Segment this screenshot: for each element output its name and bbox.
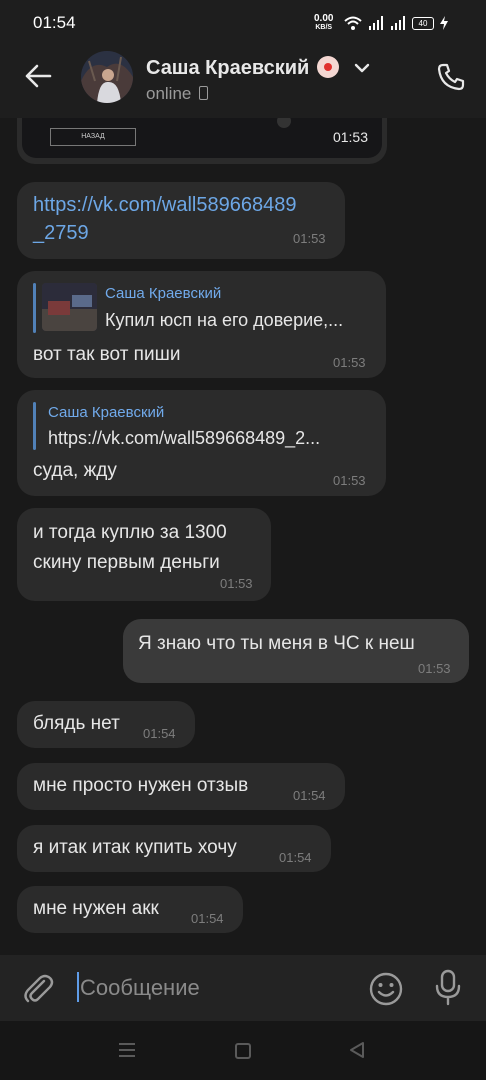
media-image: НАЗАД 01:53 [22,118,382,158]
network-speed-unit: KB/S [315,24,333,31]
chat-header: Саша Краевский online [0,46,486,118]
image-decor [277,118,291,128]
back-nav-icon[interactable] [348,1041,366,1059]
message-time: 01:54 [143,726,176,741]
message-text-line: скину первым деньги [33,552,220,573]
menu-icon[interactable] [118,1042,136,1058]
clown-emoji-icon [316,56,339,78]
link-line: https://vk.com/wall589668489 [33,194,297,216]
message-input[interactable] [80,973,360,1003]
message-composer [0,955,486,1021]
message-list[interactable]: НАЗАД 01:53 https://vk.com/wall589668489… [0,118,486,955]
message-time: 01:54 [279,850,312,865]
mobile-device-icon [199,86,209,100]
message-text: суда, жду [33,460,117,481]
reply-quote-bar [33,283,36,333]
message-text: вот так вот пиши [33,344,181,365]
message-time: 01:54 [293,788,326,803]
paperclip-icon[interactable] [22,971,54,1005]
microphone-icon[interactable] [433,969,463,1007]
message-text: и тогда куплю за 1300 скину первым деньг… [33,518,227,578]
status-bar: 01:54 0.00 KB/S 40 [0,0,486,46]
message-bubble-incoming[interactable]: мне нужен акк 01:54 [17,886,243,933]
message-link[interactable]: https://vk.com/wall589668489 _2759 [33,191,297,247]
network-speed: 0.00 KB/S [314,14,333,32]
message-bubble-incoming[interactable]: и тогда куплю за 1300 скину первым деньг… [17,508,271,601]
message-bubble-incoming[interactable]: блядь нет 01:54 [17,701,195,748]
image-back-button: НАЗАД [50,128,136,146]
wifi-icon [344,16,362,30]
message-time: 01:53 [333,355,366,370]
status-time: 01:54 [33,13,76,32]
message-bubble-incoming[interactable]: Саша Краевский https://vk.com/wall589668… [17,390,386,496]
phone-icon[interactable] [436,62,466,92]
message-text: мне просто нужен отзыв [33,775,249,796]
message-text: Я знаю что ты меня в ЧС к неш [138,633,415,654]
message-bubble-outgoing[interactable]: Я знаю что ты меня в ЧС к неш 01:53 [123,619,469,683]
reply-quote-text: Купил юсп на его доверие,... [105,310,344,330]
message-text-line: и тогда куплю за 1300 [33,522,227,543]
contact-name[interactable]: Саша Краевский [146,56,339,80]
text-cursor [77,972,79,1002]
network-speed-value: 0.00 [314,13,334,24]
status-icons: 40 [344,14,448,32]
message-text: мне нужен акк [33,898,159,919]
message-text: блядь нет [33,713,120,734]
system-navigation-bar [0,1021,486,1080]
reply-quote-bar [33,402,36,450]
image-back-button-label: НАЗАД [81,133,105,140]
contact-name-text: Саша Краевский [146,57,310,79]
link-line: _2759 [33,222,89,244]
avatar[interactable] [81,51,133,103]
reply-quote-author: Саша Краевский [105,285,222,302]
media-message[interactable]: НАЗАД 01:53 [17,118,387,164]
signal-icon [391,16,405,30]
message-time: 01:54 [191,911,224,926]
home-icon[interactable] [234,1042,252,1060]
message-bubble-incoming[interactable]: я итак итак купить хочу 01:54 [17,825,331,872]
contact-status-text: online [146,84,192,103]
signal-icon [369,16,383,30]
reply-quote-author: Саша Краевский [48,404,165,421]
message-bubble-incoming[interactable]: мне просто нужен отзыв 01:54 [17,763,345,810]
contact-status: online [146,84,209,104]
message-time: 01:53 [220,576,253,591]
message-time: 01:53 [333,473,366,488]
message-time: 01:53 [332,129,368,145]
message-bubble-incoming[interactable]: https://vk.com/wall589668489 _2759 01:53 [17,182,345,259]
message-text: я итак итак купить хочу [33,837,237,858]
message-time: 01:53 [418,661,451,676]
smile-icon[interactable] [368,971,404,1007]
message-bubble-incoming[interactable]: Саша Краевский Купил юсп на его доверие,… [17,271,386,378]
battery-icon: 40 [412,16,434,30]
reply-quote-text: https://vk.com/wall589668489_2... [48,428,321,448]
chevron-down-icon[interactable] [354,62,370,74]
message-time: 01:53 [293,231,326,246]
reply-quote-thumbnail [42,283,97,331]
charging-icon [440,16,448,30]
back-arrow-icon[interactable] [24,62,52,90]
